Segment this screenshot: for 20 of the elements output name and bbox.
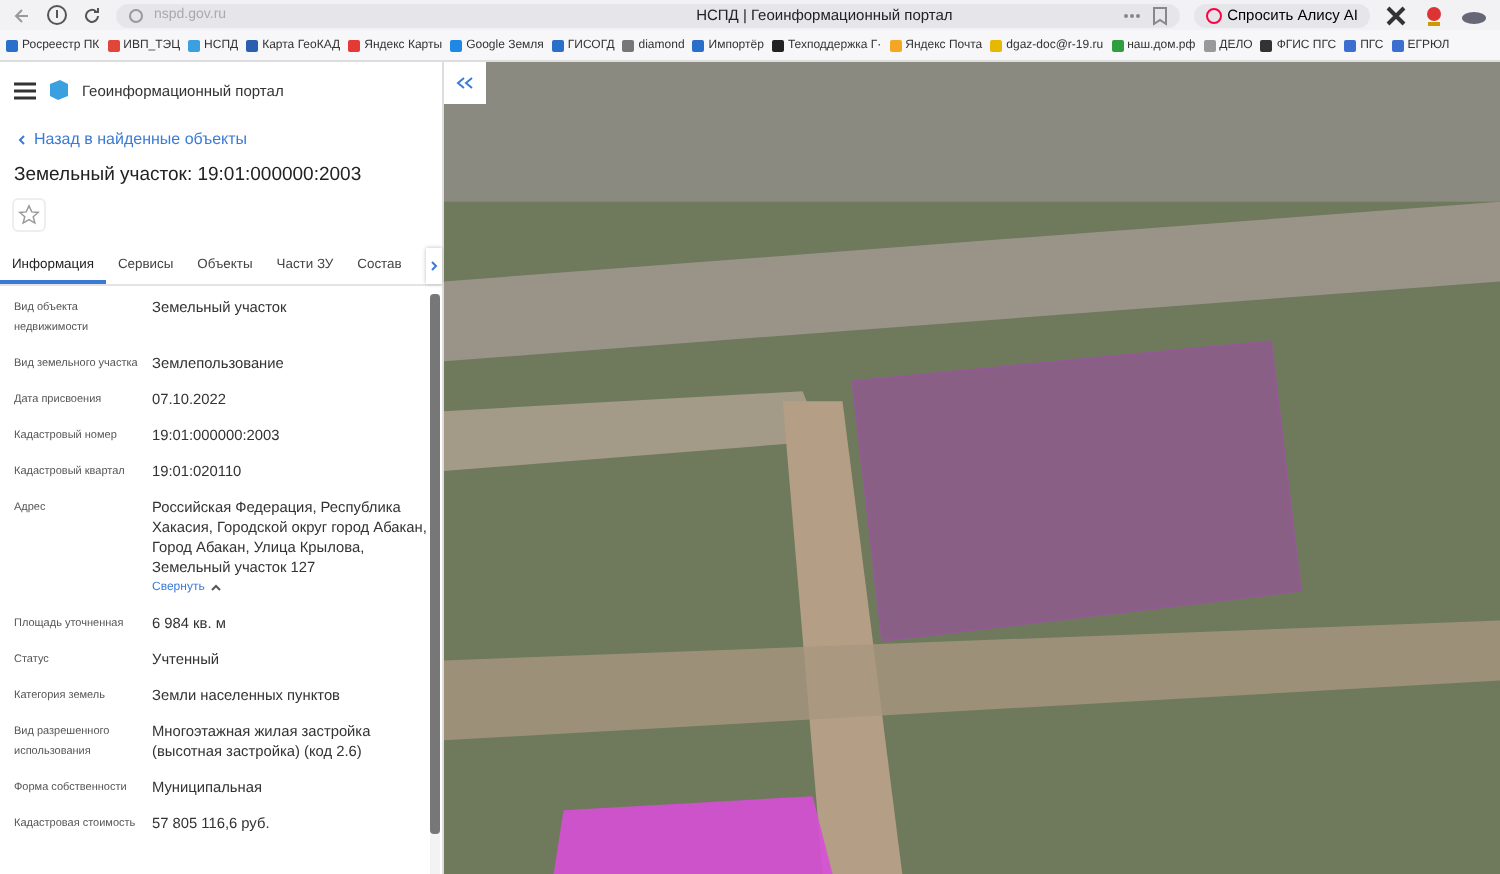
double-chevron-icon xyxy=(456,76,474,90)
chevron-right-icon xyxy=(430,260,438,272)
favicon-icon[interactable] xyxy=(1260,39,1273,51)
back-link[interactable]: Назад в найденные объекты xyxy=(34,130,248,148)
chevron-up-icon[interactable] xyxy=(210,584,223,592)
more-icon[interactable] xyxy=(1121,11,1142,19)
bookmark-icon[interactable] xyxy=(1151,5,1168,25)
extension-icon[interactable] xyxy=(1422,3,1446,27)
favicon-icon[interactable] xyxy=(771,39,784,51)
shield-icon[interactable] xyxy=(46,4,68,26)
next-tab-button[interactable] xyxy=(426,248,442,284)
collapse-panel-button[interactable] xyxy=(444,62,486,104)
object-heading: Земельный участок: 19:01:000000:2003 xyxy=(12,162,364,186)
back-icon[interactable] xyxy=(12,5,32,25)
favorite-button[interactable] xyxy=(12,198,46,232)
reload-icon[interactable] xyxy=(82,5,102,25)
scrollbar-thumb[interactable] xyxy=(430,294,440,834)
menu-icon[interactable] xyxy=(14,81,36,99)
chevron-left-icon[interactable] xyxy=(18,133,26,145)
portal-logo-icon xyxy=(48,78,70,102)
